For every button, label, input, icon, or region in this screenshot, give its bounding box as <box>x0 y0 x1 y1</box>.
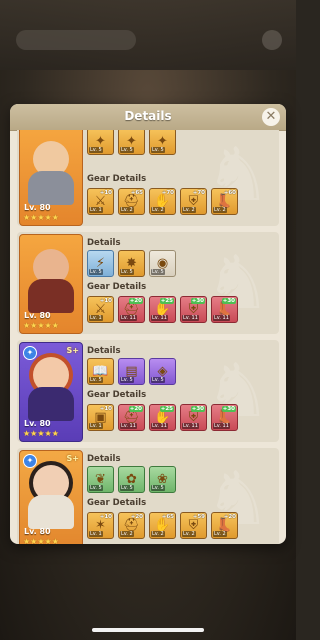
skill-item[interactable]: ⚡ Lv. 5 <box>87 250 114 277</box>
gear-items: ⚔ +10 Lv. 1 ⛑ +20 Lv. 11 ✋ +25 Lv. 11 ⛨ +30 Lv. … <box>87 296 238 323</box>
hero-coat-icon <box>28 279 74 313</box>
gear-item[interactable]: ⛨ +59 Lv. 2 <box>180 512 207 539</box>
gear-details-label: Gear Details <box>87 174 147 184</box>
skill-item[interactable]: ◈ Lv. 5 <box>149 358 176 385</box>
hero-card: ♞ Lv. 80 ★★★★★ ✦ Lv. 5 ✦ Lv. 5 ✦ Lv. 5 Gear… <box>17 130 279 226</box>
details-items: ✦ Lv. 5 ✦ Lv. 5 ✦ Lv. 5 <box>87 130 176 155</box>
gear-item[interactable]: ▣ +10 Lv. 1 <box>87 404 114 431</box>
details-label: Details <box>87 238 121 248</box>
hero-list[interactable]: ♞ Lv. 80 ★★★★★ ✦ Lv. 5 ✦ Lv. 5 ✦ Lv. 5 Gear… <box>10 130 286 544</box>
gear-item[interactable]: ✋ +25 Lv. 11 <box>149 296 176 323</box>
home-indicator[interactable] <box>92 628 204 632</box>
details-label: Details <box>87 454 121 464</box>
gear-item[interactable]: ✶ +10 Lv. 1 <box>87 512 114 539</box>
skill-item[interactable]: 📖 Lv. 5 <box>87 358 114 385</box>
gear-item[interactable]: ⛨ +30 Lv. 11 <box>180 404 207 431</box>
hero-portrait[interactable]: ✦ S+ Lv. 80 ★★★★★ <box>19 450 83 544</box>
hero-level: Lv. 80 <box>24 419 51 428</box>
background-title-blur <box>16 30 136 50</box>
hero-robe-icon <box>28 387 74 421</box>
gear-item[interactable]: ⛨ +70 Lv. 2 <box>180 188 207 215</box>
skill-item[interactable]: ✦ Lv. 5 <box>87 130 114 155</box>
hero-stars: ★★★★★ <box>23 537 59 544</box>
hero-portrait[interactable]: ✦ S+ Lv. 80 ★★★★★ <box>19 342 83 442</box>
gear-item[interactable]: ⛑ +65 Lv. 2 <box>118 188 145 215</box>
hero-level: Lv. 80 <box>24 311 51 320</box>
gear-details-label: Gear Details <box>87 498 147 508</box>
hero-armor-icon <box>28 171 74 205</box>
rank-badge: S+ <box>66 454 79 463</box>
gear-item[interactable]: 👢 +30 Lv. 11 <box>211 296 238 323</box>
gear-item[interactable]: ✋ +65 Lv. 2 <box>149 512 176 539</box>
details-items: ⚡ Lv. 5 ✸ Lv. 5 ◉ Lv. 5 <box>87 250 176 277</box>
details-items: 📖 Lv. 5 ▤ Lv. 5 ◈ Lv. 5 <box>87 358 176 385</box>
skill-item[interactable]: ◉ Lv. 5 <box>149 250 176 277</box>
close-button[interactable]: ✕ <box>262 108 280 126</box>
gear-item[interactable]: 👢 +20 Lv. 2 <box>211 512 238 539</box>
gear-items: ▣ +10 Lv. 1 ⛑ +20 Lv. 11 ✋ +25 Lv. 11 ⛨ +30 Lv. … <box>87 404 238 431</box>
details-modal: Details ✕ ♞ Lv. 80 ★★★★★ ✦ Lv. 5 ✦ Lv. 5 ✦… <box>10 104 286 544</box>
class-icon: ✦ <box>23 454 37 468</box>
gear-item[interactable]: 👢 +30 Lv. 11 <box>211 404 238 431</box>
gear-item[interactable]: 👢 +60 Lv. 2 <box>211 188 238 215</box>
hero-stars: ★★★★★ <box>23 429 59 438</box>
hero-card: ♞ ✦ S+ Lv. 80 ★★★★★ Details 📖 Lv. 5 ▤ Lv. … <box>17 340 279 442</box>
skill-item[interactable]: ✦ Lv. 5 <box>149 130 176 155</box>
skill-item[interactable]: ✿ Lv. 5 <box>118 466 145 493</box>
skill-item[interactable]: ✦ Lv. 5 <box>118 130 145 155</box>
gear-item[interactable]: ⛨ +30 Lv. 11 <box>180 296 207 323</box>
rank-badge: S+ <box>66 346 79 355</box>
hero-portrait[interactable]: Lv. 80 ★★★★★ <box>19 234 83 334</box>
gear-item[interactable]: ⚔ +10 Lv. 1 <box>87 296 114 323</box>
skill-item[interactable]: ❦ Lv. 5 <box>87 466 114 493</box>
gear-item[interactable]: ✋ +70 Lv. 2 <box>149 188 176 215</box>
hero-portrait[interactable]: Lv. 80 ★★★★★ <box>19 130 83 226</box>
hero-level: Lv. 80 <box>24 203 51 212</box>
hero-dress-icon <box>28 495 74 529</box>
modal-title: Details <box>124 109 172 123</box>
skill-item[interactable]: ✸ Lv. 5 <box>118 250 145 277</box>
hero-level: Lv. 80 <box>24 527 51 536</box>
skill-item[interactable]: ❀ Lv. 5 <box>149 466 176 493</box>
gear-item[interactable]: ⛑ +20 Lv. 11 <box>118 296 145 323</box>
gear-item[interactable]: ✋ +25 Lv. 11 <box>149 404 176 431</box>
hero-stars: ★★★★★ <box>23 321 59 330</box>
hero-card: ♞ Lv. 80 ★★★★★ Details ⚡ Lv. 5 ✸ Lv. 5 ◉ Lv… <box>17 232 279 334</box>
gear-item[interactable]: ⛑ +20 Lv. 11 <box>118 404 145 431</box>
modal-header: Details ✕ <box>10 104 286 131</box>
details-items: ❦ Lv. 5 ✿ Lv. 5 ❀ Lv. 5 <box>87 466 176 493</box>
gear-items: ⚔ +10 Lv. 1 ⛑ +65 Lv. 2 ✋ +70 Lv. 2 ⛨ +70 Lv. 2 … <box>87 188 238 215</box>
gear-item[interactable]: ⛑ +20 Lv. 2 <box>118 512 145 539</box>
skill-item[interactable]: ▤ Lv. 5 <box>118 358 145 385</box>
hero-stars: ★★★★★ <box>23 213 59 222</box>
background-icon-blur <box>262 30 282 50</box>
gear-details-label: Gear Details <box>87 390 147 400</box>
gear-details-label: Gear Details <box>87 282 147 292</box>
gear-items: ✶ +10 Lv. 1 ⛑ +20 Lv. 2 ✋ +65 Lv. 2 ⛨ +59 Lv. 2 … <box>87 512 238 539</box>
class-icon: ✦ <box>23 346 37 360</box>
hero-card: ♞ ✦ S+ Lv. 80 ★★★★★ Details ❦ Lv. 5 ✿ Lv. … <box>17 448 279 544</box>
details-label: Details <box>87 346 121 356</box>
gear-item[interactable]: ⚔ +10 Lv. 1 <box>87 188 114 215</box>
